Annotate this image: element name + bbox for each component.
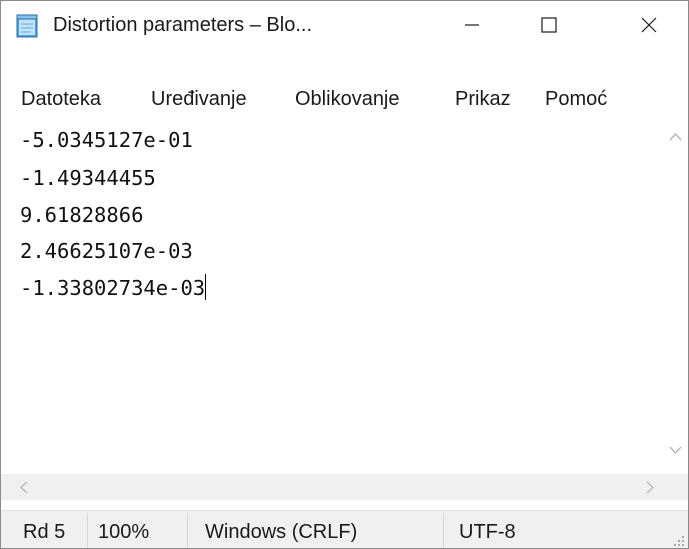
scroll-right-icon[interactable] <box>646 481 655 494</box>
encoding: UTF-8 <box>459 521 516 543</box>
editor-line: -5.0345127e-01 <box>20 128 193 152</box>
vertical-scrollbar[interactable] <box>663 120 688 474</box>
close-button[interactable] <box>621 1 677 49</box>
line-ending: Windows (CRLF) <box>205 521 358 543</box>
scroll-down-icon[interactable] <box>669 446 682 455</box>
editor-line: 9.61828866 <box>20 203 144 227</box>
minimize-icon <box>465 24 479 26</box>
text-caret <box>205 274 207 300</box>
editor-line-last: -1.33802734e-03 <box>20 270 207 306</box>
text-editor[interactable]: -5.0345127e-01 -1.49344455 9.61828866 2.… <box>1 120 663 474</box>
maximize-icon <box>541 17 557 33</box>
scroll-up-icon[interactable] <box>669 132 682 141</box>
cursor-position: Rd 5 <box>23 521 66 543</box>
resize-grip-icon[interactable] <box>674 535 685 546</box>
menu-item-datoteka[interactable]: Datoteka <box>21 84 101 114</box>
status-divider <box>187 513 188 548</box>
menu-item-pomoc[interactable]: Pomoć <box>545 84 607 114</box>
maximize-button[interactable] <box>521 1 577 49</box>
menu-item-oblikovanje[interactable]: Oblikovanje <box>295 84 400 114</box>
menu-item-prikaz[interactable]: Prikaz <box>455 84 511 114</box>
close-icon <box>641 17 657 33</box>
status-bar: Rd 5 100% Windows (CRLF) UTF-8 <box>1 510 688 548</box>
editor-line: -1.49344455 <box>20 166 156 190</box>
minimize-button[interactable] <box>444 1 500 49</box>
notepad-window: Distortion parameters – Blo... Datoteka … <box>0 0 689 549</box>
title-bar[interactable]: Distortion parameters – Blo... <box>1 1 688 49</box>
status-divider <box>443 513 444 548</box>
editor-line-text: -1.33802734e-03 <box>20 276 206 300</box>
menu-bar: Datoteka Uređivanje Oblikovanje Prikaz P… <box>1 84 688 114</box>
scroll-left-icon[interactable] <box>19 481 28 494</box>
status-divider <box>87 513 88 548</box>
zoom-level: 100% <box>98 521 150 543</box>
horizontal-scrollbar[interactable] <box>1 474 688 500</box>
notepad-icon <box>15 14 40 38</box>
window-title: Distortion parameters – Blo... <box>53 14 312 36</box>
editor-line: 2.46625107e-03 <box>20 239 193 263</box>
menu-item-uredivanje[interactable]: Uređivanje <box>151 84 247 114</box>
